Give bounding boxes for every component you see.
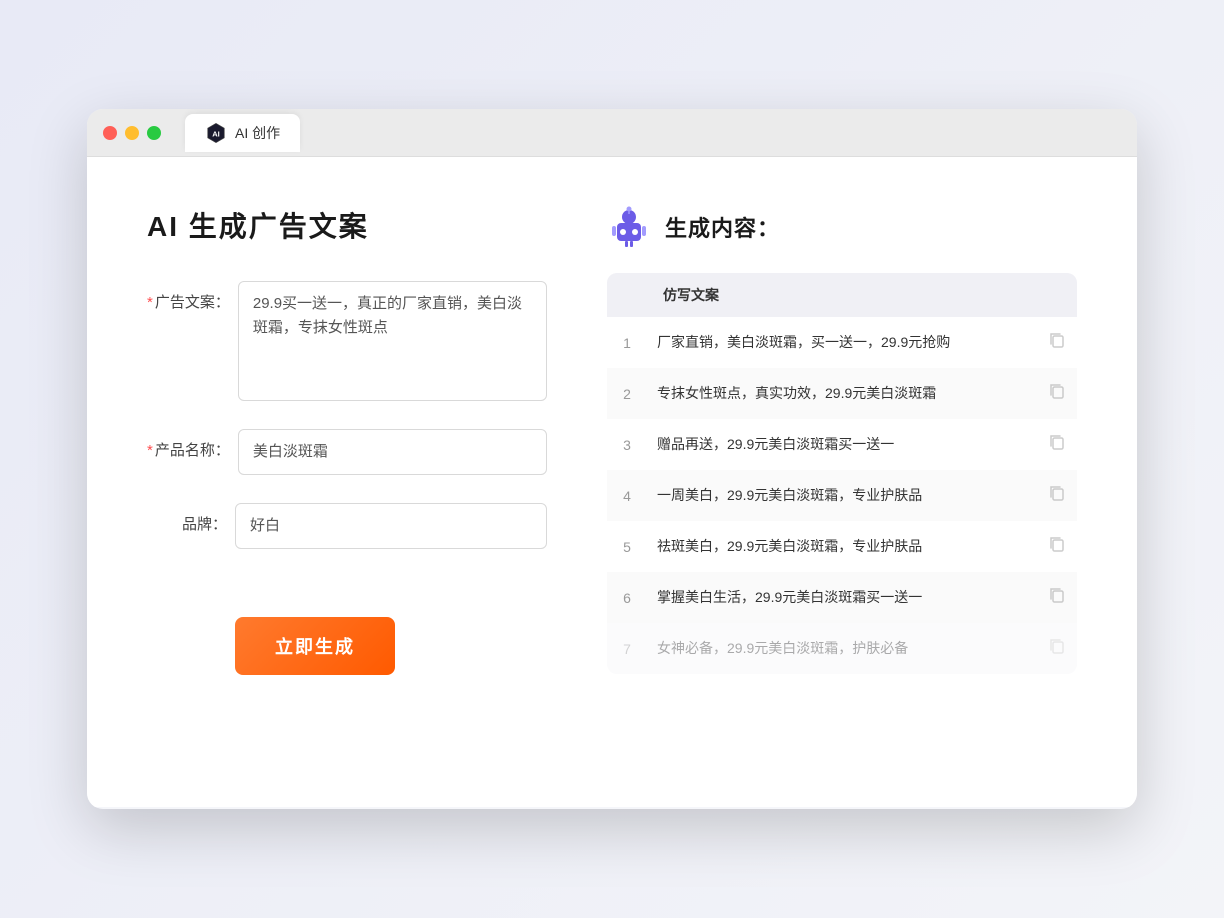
result-copy-cell (1037, 470, 1077, 521)
result-number: 5 (607, 521, 647, 572)
traffic-lights (103, 126, 161, 140)
table-row: 3 赠品再送，29.9元美白淡斑霜买一送一 (607, 419, 1077, 470)
ai-tab-icon: AI (205, 122, 227, 144)
result-text: 厂家直销，美白淡斑霜，买一送一，29.9元抢购 (647, 317, 1037, 368)
table-row: 4 一周美白，29.9元美白淡斑霜，专业护肤品 (607, 470, 1077, 521)
result-text: 一周美白，29.9元美白淡斑霜，专业护肤品 (647, 470, 1037, 521)
col-action-header (1037, 273, 1077, 317)
required-star-2: * (147, 442, 153, 459)
result-copy-cell (1037, 623, 1077, 674)
close-button[interactable] (103, 126, 117, 140)
result-text: 掌握美白生活，29.9元美白淡斑霜买一送一 (647, 572, 1037, 623)
ad-copy-group: *广告文案： 29.9买一送一，真正的厂家直销，美白淡斑霜，专抹女性斑点 (147, 281, 547, 401)
result-text: 专抹女性斑点，真实功效，29.9元美白淡斑霜 (647, 368, 1037, 419)
product-name-label: *产品名称： (147, 429, 230, 460)
minimize-button[interactable] (125, 126, 139, 140)
result-title: 生成内容： (665, 211, 780, 243)
brand-group: 品牌： (147, 503, 547, 549)
brand-label: 品牌： (147, 503, 227, 534)
copy-icon[interactable] (1048, 484, 1066, 502)
result-number: 1 (607, 317, 647, 368)
tab-label: AI 创作 (235, 123, 280, 143)
result-header: 生成内容： (607, 205, 1077, 249)
result-copy-cell (1037, 317, 1077, 368)
table-row: 2 专抹女性斑点，真实功效，29.9元美白淡斑霜 (607, 368, 1077, 419)
copy-icon[interactable] (1048, 331, 1066, 349)
col-num-header (607, 273, 647, 317)
right-panel: 生成内容： 仿写文案 1 厂家直销，美白淡斑霜，买一送一，29.9元抢购 (607, 205, 1077, 747)
result-copy-cell (1037, 419, 1077, 470)
table-row: 7 女神必备，29.9元美白淡斑霜，护肤必备 (607, 623, 1077, 674)
result-text: 女神必备，29.9元美白淡斑霜，护肤必备 (647, 623, 1037, 674)
browser-content: AI 生成广告文案 *广告文案： 29.9买一送一，真正的厂家直销，美白淡斑霜，… (87, 157, 1137, 807)
maximize-button[interactable] (147, 126, 161, 140)
result-number: 2 (607, 368, 647, 419)
copy-icon[interactable] (1048, 637, 1066, 655)
svg-text:AI: AI (212, 129, 220, 138)
table-row: 5 祛斑美白，29.9元美白淡斑霜，专业护肤品 (607, 521, 1077, 572)
copy-icon[interactable] (1048, 586, 1066, 604)
ad-copy-label: *广告文案： (147, 281, 230, 312)
result-number: 3 (607, 419, 647, 470)
table-row: 6 掌握美白生活，29.9元美白淡斑霜买一送一 (607, 572, 1077, 623)
page-title: AI 生成广告文案 (147, 205, 547, 245)
result-copy-cell (1037, 368, 1077, 419)
copy-icon[interactable] (1048, 382, 1066, 400)
generate-button[interactable]: 立即生成 (235, 617, 395, 675)
tab-ai-creation[interactable]: AI AI 创作 (185, 114, 300, 152)
result-text: 赠品再送，29.9元美白淡斑霜买一送一 (647, 419, 1037, 470)
tab-container: AI AI 创作 (185, 114, 300, 152)
result-copy-cell (1037, 572, 1077, 623)
ad-copy-input[interactable]: 29.9买一送一，真正的厂家直销，美白淡斑霜，专抹女性斑点 (238, 281, 547, 401)
browser-titlebar: AI AI 创作 (87, 109, 1137, 157)
copy-icon[interactable] (1048, 535, 1066, 553)
result-copy-cell (1037, 521, 1077, 572)
result-text: 祛斑美白，29.9元美白淡斑霜，专业护肤品 (647, 521, 1037, 572)
required-star-1: * (147, 294, 153, 311)
product-name-group: *产品名称： (147, 429, 547, 475)
result-number: 6 (607, 572, 647, 623)
table-row: 1 厂家直销，美白淡斑霜，买一送一，29.9元抢购 (607, 317, 1077, 368)
result-number: 4 (607, 470, 647, 521)
result-table: 仿写文案 1 厂家直销，美白淡斑霜，买一送一，29.9元抢购 2 专抹女性斑点， (607, 273, 1077, 674)
copy-icon[interactable] (1048, 433, 1066, 451)
col-text-header: 仿写文案 (647, 273, 1037, 317)
result-number: 7 (607, 623, 647, 674)
left-panel: AI 生成广告文案 *广告文案： 29.9买一送一，真正的厂家直销，美白淡斑霜，… (147, 205, 547, 747)
product-name-input[interactable] (238, 429, 547, 475)
robot-icon (607, 205, 651, 249)
brand-input[interactable] (235, 503, 547, 549)
browser-window: AI AI 创作 AI 生成广告文案 *广告文案： 29.9买一送一，真正的厂家… (87, 109, 1137, 809)
